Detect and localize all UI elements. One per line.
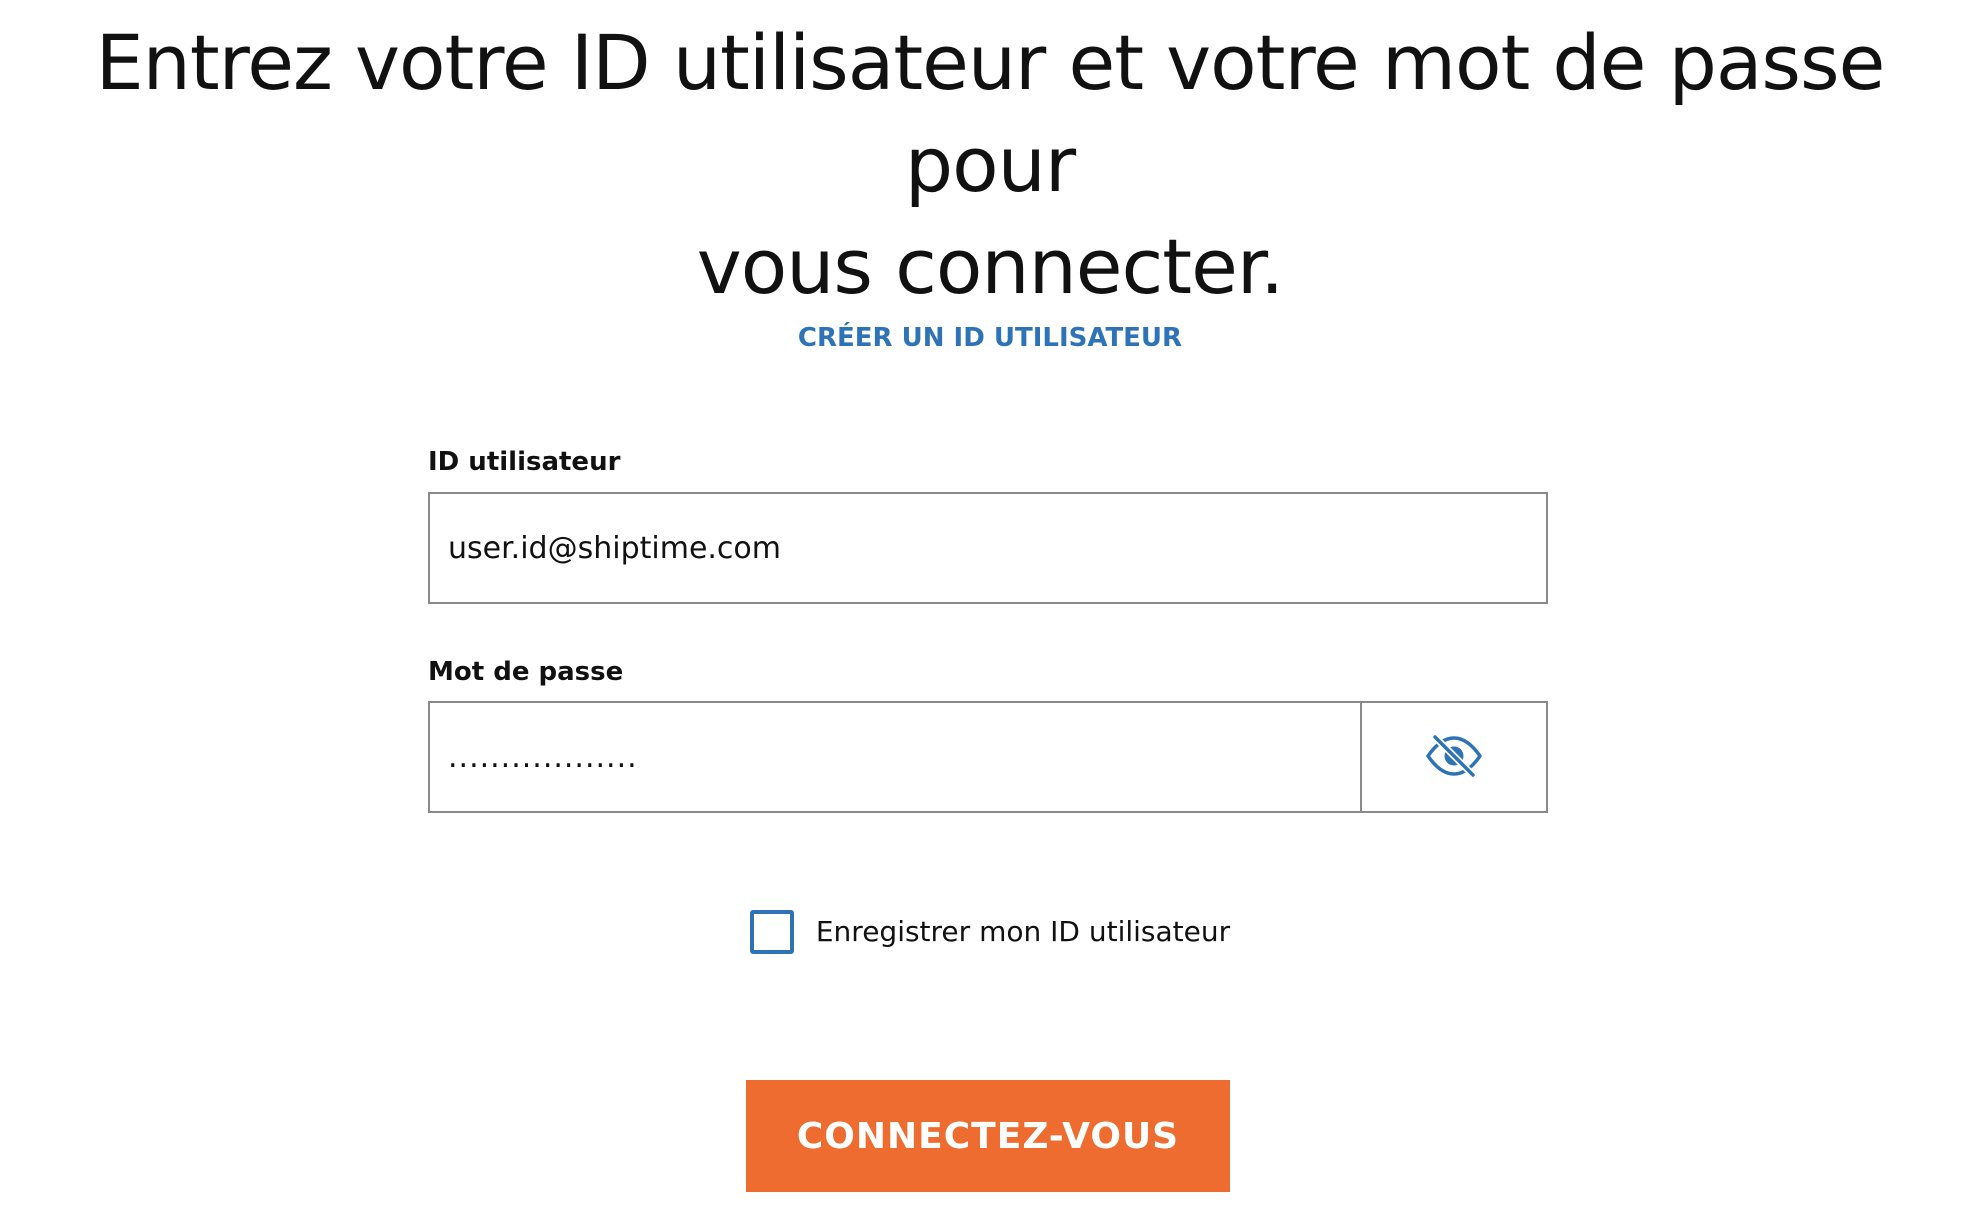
create-user-id-link[interactable]: CRÉER UN ID UTILISATEUR (0, 318, 1980, 358)
remember-user-id-row: Enregistrer mon ID utilisateur (0, 910, 1980, 954)
password-visibility-toggle-button[interactable] (1360, 701, 1548, 813)
user-id-label: ID utilisateur (428, 447, 621, 477)
password-input[interactable] (428, 701, 1362, 813)
page-title-line-2: vous connecter. (696, 222, 1285, 311)
remember-user-id-checkbox[interactable] (749, 910, 794, 954)
eye-slash-icon (1424, 733, 1484, 781)
page-title: Entrez votre ID utilisateur et votre mot… (0, 12, 1980, 318)
user-id-input[interactable] (428, 492, 1548, 604)
login-submit-button[interactable]: CONNECTEZ-VOUS (746, 1080, 1230, 1192)
page-title-line-1: Entrez votre ID utilisateur et votre mot… (95, 18, 1886, 209)
remember-user-id-label[interactable]: Enregistrer mon ID utilisateur (816, 912, 1230, 952)
password-label: Mot de passe (428, 657, 624, 687)
